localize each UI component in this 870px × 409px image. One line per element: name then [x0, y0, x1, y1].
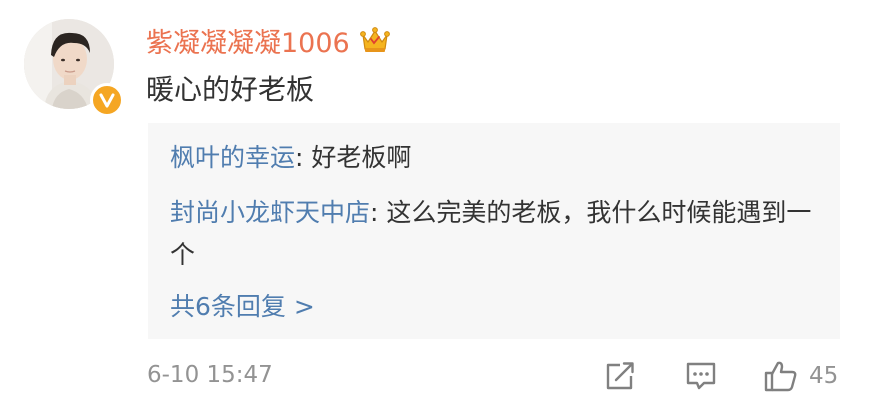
- comment-icon: [686, 362, 716, 390]
- verified-badge-icon: [90, 83, 124, 117]
- more-replies-link[interactable]: 共6条回复 >: [170, 286, 315, 328]
- reply-item: 枫叶的幸运: 好老板啊: [170, 137, 820, 179]
- reply-author-link[interactable]: 封尚小龙虾天中店: [170, 198, 370, 227]
- reply-text: 好老板啊: [311, 143, 412, 172]
- username-row: 紫凝凝凝凝1006: [146, 20, 390, 60]
- share-button[interactable]: [603, 358, 637, 394]
- thumbs-up-icon: [764, 361, 797, 392]
- replies-box: 枫叶的幸运: 好老板啊 封尚小龙虾天中店: 这么完美的老板，我什么时候能遇到一个…: [148, 123, 840, 339]
- reply-separator: :: [295, 143, 312, 172]
- avatar-container[interactable]: [24, 19, 124, 117]
- reply-item: 封尚小龙虾天中店: 这么完美的老板，我什么时候能遇到一个: [170, 192, 820, 276]
- comment-timestamp: 6-10 15:47: [147, 362, 273, 388]
- comment-text: 暖心的好老板: [146, 73, 315, 106]
- like-button[interactable]: 45: [763, 358, 838, 394]
- reply-author-link[interactable]: 枫叶的幸运: [170, 143, 295, 172]
- reply-separator: :: [370, 198, 387, 227]
- username-link[interactable]: 紫凝凝凝凝1006: [146, 21, 350, 60]
- like-count: 45: [809, 363, 839, 389]
- crown-icon[interactable]: [359, 26, 390, 54]
- comment-button[interactable]: [684, 358, 718, 394]
- share-icon: [606, 362, 634, 390]
